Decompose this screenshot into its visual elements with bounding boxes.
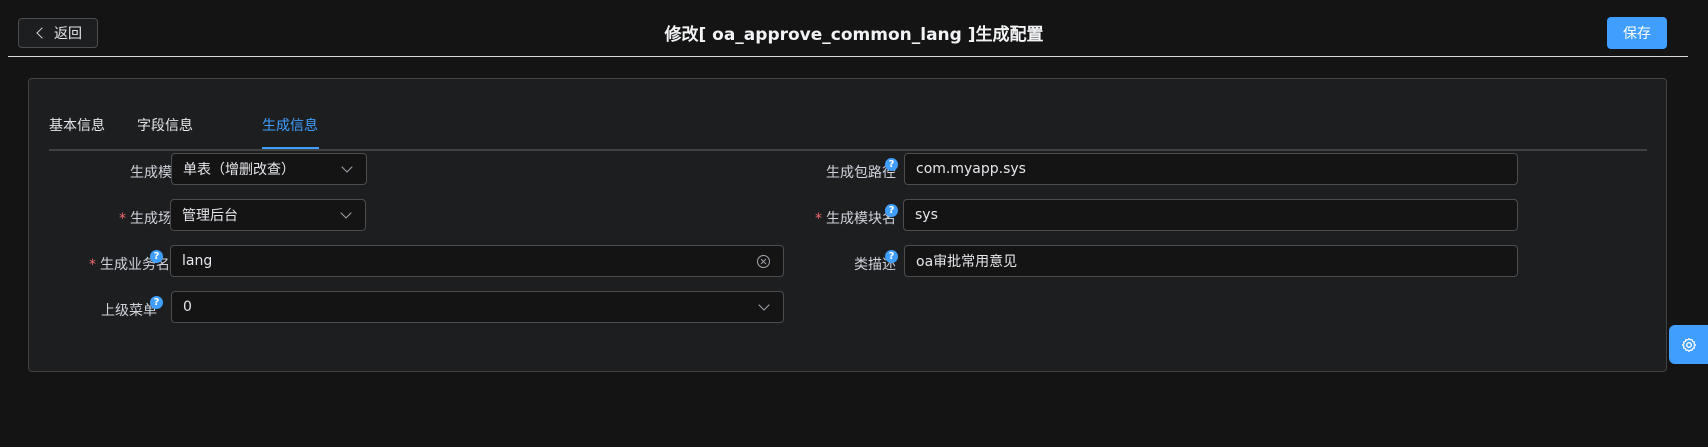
scene-select-value: 管理后台 [182, 208, 238, 224]
class-desc-value: oa审批常用意见 [916, 254, 1018, 270]
gear-icon [1681, 337, 1696, 352]
package-path-input[interactable]: com.myapp.sys [904, 153, 1518, 185]
package-path-value: com.myapp.sys [916, 161, 1026, 177]
template-select[interactable]: 单表（增删改查） [171, 153, 367, 185]
parent-menu-label: 上级菜单 [101, 303, 157, 319]
tab-field-info[interactable]: 字段信息 [137, 109, 193, 147]
business-name-input[interactable]: lang [170, 245, 784, 277]
scene-select[interactable]: 管理后台 [170, 199, 366, 231]
module-name-label: * 生成模块名 [815, 211, 896, 227]
question-circle-icon[interactable]: ? [885, 158, 898, 171]
module-name-value: sys [915, 207, 938, 223]
required-mark: * [89, 257, 96, 273]
tab-bar: 基本信息 字段信息 生成信息 [49, 109, 1647, 151]
page-title: 修改[ oa_approve_common_lang ]生成配置 [664, 25, 1044, 45]
parent-menu-value: 0 [183, 299, 192, 315]
circle-close-icon[interactable] [757, 254, 770, 268]
template-select-value: 单表（增删改查） [183, 162, 295, 178]
business-name-value: lang [182, 253, 213, 269]
chevron-down-icon [341, 161, 353, 173]
module-name-input[interactable]: sys [903, 199, 1518, 231]
config-card: 基本信息 字段信息 生成信息 生成模板 单表（增删改查） * 生成场景 管理后台 … [28, 78, 1667, 372]
tab-generate-info[interactable]: 生成信息 [262, 109, 318, 147]
page-header: 返回 修改[ oa_approve_common_lang ]生成配置 保存 [0, 0, 1708, 56]
parent-menu-select[interactable]: 0 [171, 291, 784, 323]
settings-button[interactable] [1669, 325, 1708, 364]
required-mark: * [119, 211, 126, 227]
tab-basic-info[interactable]: 基本信息 [49, 109, 105, 147]
question-circle-icon[interactable]: ? [150, 296, 163, 309]
question-circle-icon[interactable]: ? [150, 250, 163, 263]
class-desc-input[interactable]: oa审批常用意见 [904, 245, 1518, 277]
save-button[interactable]: 保存 [1607, 17, 1667, 49]
chevron-down-icon [758, 299, 770, 311]
chevron-down-icon [340, 207, 352, 219]
header-divider [8, 56, 1688, 57]
question-circle-icon[interactable]: ? [885, 250, 898, 263]
required-mark: * [815, 211, 822, 227]
active-tab-indicator [262, 147, 319, 149]
question-circle-icon[interactable]: ? [885, 204, 898, 217]
